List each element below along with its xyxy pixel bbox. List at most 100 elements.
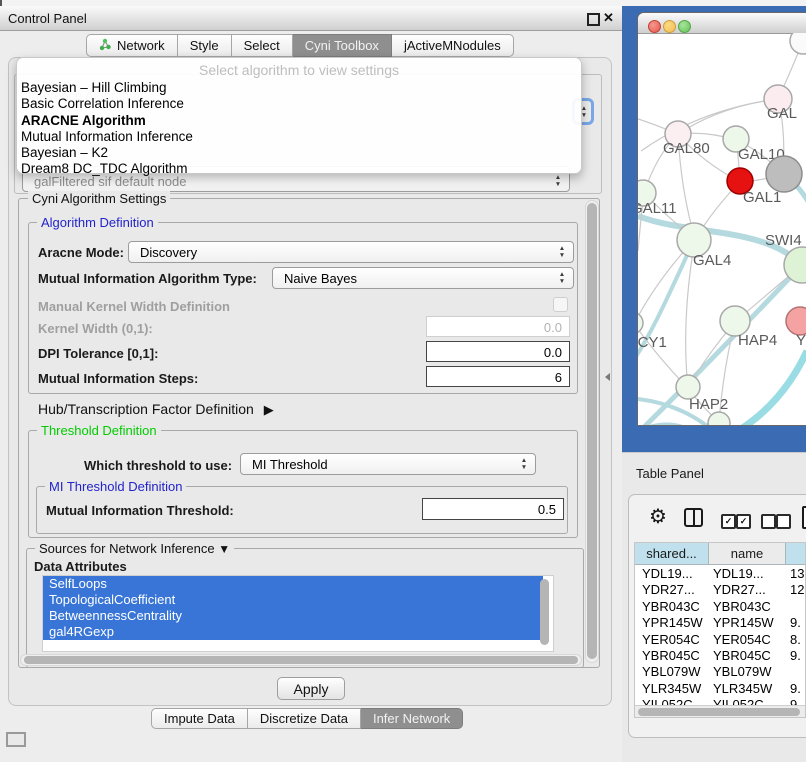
float-icon[interactable]: [587, 13, 600, 26]
network-node-y[interactable]: [786, 307, 806, 335]
mi-type-label: Mutual Information Algorithm Type:: [38, 271, 257, 286]
table-hscrollbar-thumb[interactable]: [638, 708, 800, 716]
network-node[interactable]: [766, 156, 802, 192]
data-attribute-item[interactable]: gal4RGexp: [43, 624, 543, 640]
tab-label: Style: [190, 38, 219, 53]
minimized-panel-icon[interactable]: [6, 732, 26, 747]
checked-box-icon[interactable]: ✓: [736, 514, 751, 529]
algorithm-option-mutual-information-inference[interactable]: Mutual Information Inference: [17, 129, 581, 145]
table-cell: YLR345W: [642, 681, 701, 696]
tab-network[interactable]: Network: [86, 34, 178, 57]
algorithm-option-aracne-algorithm[interactable]: ARACNE Algorithm: [17, 113, 581, 129]
node-label: GAL80: [663, 140, 710, 157]
tab-label: jActiveMNodules: [404, 38, 501, 53]
column-header-name[interactable]: name: [709, 543, 786, 565]
table-hscrollbar[interactable]: [635, 705, 806, 718]
screen: Control Panel ✕ NetworkStyleSelectCyni T…: [0, 0, 806, 762]
splitter-arrow-icon[interactable]: [605, 373, 610, 381]
zoom-button[interactable]: [678, 20, 691, 33]
which-threshold-label: Which threshold to use:: [84, 458, 232, 473]
mi-steps-value: 6: [555, 370, 562, 385]
network-window-titlebar[interactable]: [638, 13, 806, 34]
table-row[interactable]: YLR345WYLR345W9.: [635, 680, 805, 696]
gear-icon[interactable]: ⚙: [649, 504, 667, 529]
popup-placeholder: Select algorithm to view settings: [17, 58, 581, 80]
mi-steps-field[interactable]: 6: [426, 366, 570, 387]
tab-label: Network: [117, 38, 165, 53]
attr-list-vscroll-thumb[interactable]: [540, 579, 549, 645]
node-label: GAL4: [693, 252, 731, 269]
table-row[interactable]: YDR27...YDR27...12: [635, 581, 805, 597]
minimize-button[interactable]: [663, 20, 676, 33]
document-icon[interactable]: [802, 506, 806, 529]
close-button[interactable]: [648, 20, 661, 33]
manual-kernel-checkbox[interactable]: [553, 297, 568, 312]
table-cell: YER054C: [642, 632, 700, 647]
dpi-tolerance-label: DPI Tolerance [0,1]:: [38, 346, 158, 361]
tab-style[interactable]: Style: [178, 34, 232, 57]
data-attribute-item[interactable]: TopologicalCoefficient: [43, 592, 543, 608]
checked-box-icon[interactable]: ✓: [721, 514, 736, 529]
bottom-tab-infer-network[interactable]: Infer Network: [361, 708, 463, 729]
table-row[interactable]: YER054CYER054C8.: [635, 631, 805, 647]
aracne-mode-value: Discovery: [140, 245, 197, 260]
expand-arrow-icon[interactable]: ▶: [264, 402, 274, 417]
table-cell: 9: [790, 697, 797, 705]
mi-threshold-label: Mutual Information Threshold:: [46, 503, 234, 518]
dpi-tolerance-field[interactable]: 0.0: [426, 341, 570, 362]
stepper-icon: ▲▼: [518, 457, 530, 471]
data-attribute-item[interactable]: BetweennessCentrality: [43, 608, 543, 624]
close-icon[interactable]: ✕: [603, 10, 614, 26]
table-panel-title: Table Panel: [636, 466, 704, 481]
bottom-tab-discretize-data[interactable]: Discretize Data: [248, 708, 361, 729]
unchecked-box-icon[interactable]: [761, 514, 776, 529]
network-window: GALGAL80GAL10GAL1GAL11SWI4GAL4GCY1HAP4YH…: [637, 12, 806, 426]
tab-cyni-toolbox[interactable]: Cyni Toolbox: [293, 34, 392, 57]
tab-jactivemnodules[interactable]: jActiveMNodules: [392, 34, 514, 57]
settings-hscrollbar-thumb[interactable]: [24, 656, 578, 664]
tab-label: Cyni Toolbox: [305, 38, 379, 53]
table-row[interactable]: YPR145WYPR145W9.: [635, 614, 805, 630]
algorithm-option-bayesian-k2[interactable]: Bayesian – K2: [17, 145, 581, 161]
aracne-mode-label: Aracne Mode:: [38, 245, 124, 260]
network-node-gcy1[interactable]: [638, 312, 643, 334]
table-cell: YIL052C: [642, 697, 693, 705]
table-row[interactable]: YDL19...YDL19...13: [635, 565, 805, 581]
which-threshold-combo[interactable]: MI Threshold ▲▼: [240, 453, 536, 475]
table-cell: YDL19...: [713, 566, 764, 581]
kernel-width-field[interactable]: 0.0: [426, 316, 570, 337]
kernel-width-value: 0.0: [544, 320, 562, 335]
bottom-tab-impute-data[interactable]: Impute Data: [151, 708, 248, 729]
table-row[interactable]: YBR043CYBR043C: [635, 598, 805, 614]
table-cell: YBL079W: [713, 664, 772, 679]
table-row[interactable]: YBL079WYBL079W: [635, 663, 805, 679]
data-attributes-list[interactable]: SelfLoopsTopologicalCoefficientBetweenne…: [42, 575, 554, 652]
mi-type-combo[interactable]: Naive Bayes ▲▼: [272, 267, 574, 289]
aracne-mode-combo[interactable]: Discovery ▲▼: [128, 241, 574, 263]
algorithm-option-bayesian-hill-climbing[interactable]: Bayesian – Hill Climbing: [17, 80, 581, 96]
table-cell: YDL19...: [642, 566, 693, 581]
settings-vscrollbar-thumb[interactable]: [587, 203, 597, 659]
collapse-arrow-icon[interactable]: ▼: [218, 542, 230, 556]
tab-select[interactable]: Select: [232, 34, 293, 57]
data-attribute-item[interactable]: SelfLoops: [43, 576, 543, 592]
network-canvas[interactable]: GALGAL80GAL10GAL1GAL11SWI4GAL4GCY1HAP4YH…: [638, 33, 806, 426]
node-label: HAP2: [689, 396, 728, 413]
hub-section-toggle[interactable]: Hub/Transcription Factor Definition ▶: [38, 401, 274, 418]
algorithm-option-basic-correlation-inference[interactable]: Basic Correlation Inference: [17, 96, 581, 112]
mi-threshold-field[interactable]: 0.5: [422, 498, 564, 520]
node-label: SWI4: [765, 232, 802, 249]
node-label: GAL11: [638, 200, 677, 217]
table-row[interactable]: YIL052CYIL052C9: [635, 696, 805, 705]
column-header[interactable]: [786, 543, 806, 565]
table-row[interactable]: YBR045CYBR045C9.: [635, 647, 805, 663]
split-columns-icon[interactable]: [684, 508, 703, 527]
mi-type-value: Naive Bayes: [284, 271, 357, 286]
sources-title[interactable]: Sources for Network Inference ▼: [35, 541, 234, 557]
column-header-shared[interactable]: shared...: [635, 543, 709, 565]
network-node[interactable]: [790, 33, 806, 54]
unchecked-box-icon[interactable]: [776, 514, 791, 529]
apply-button[interactable]: Apply: [277, 677, 345, 700]
apply-button-label: Apply: [293, 681, 328, 697]
algorithm-option-dream8-dc-tdc-algorithm[interactable]: Dream8 DC_TDC Algorithm: [17, 161, 581, 177]
